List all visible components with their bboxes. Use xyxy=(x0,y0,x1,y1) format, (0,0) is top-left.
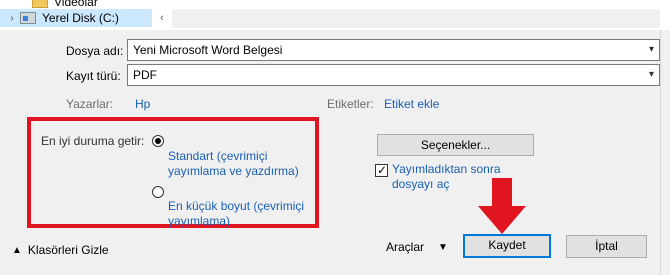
scroll-left-icon[interactable]: ‹ xyxy=(152,9,172,28)
chevron-down-icon[interactable]: ▾ xyxy=(649,40,654,60)
tools-label: Araçlar xyxy=(386,240,425,254)
filename-value: Yeni Microsoft Word Belgesi xyxy=(133,43,283,57)
chevron-down-icon[interactable]: ▾ xyxy=(649,65,654,85)
tags-value[interactable]: Etiket ekle xyxy=(384,97,439,111)
optimize-label: En iyi duruma getir: xyxy=(41,134,145,148)
filetype-label: Kayıt türü: xyxy=(66,69,121,83)
chevron-down-icon: ▼ xyxy=(438,241,448,253)
folder-tree: Videolar › Yerel Disk (C:) ‹ xyxy=(0,0,670,30)
filetype-value: PDF xyxy=(133,68,157,82)
hide-folders-label: Klasörleri Gizle xyxy=(27,243,109,257)
authors-label: Yazarlar: xyxy=(66,97,114,111)
optimize-option-standard[interactable]: Standart (çevrimiçi yayımlama ve yazdırm… xyxy=(152,134,312,179)
filetype-select[interactable]: PDF ▾ xyxy=(127,64,660,86)
arrow-down-icon xyxy=(478,178,526,234)
hide-folders-toggle[interactable]: ▲ Klasörleri Gizle xyxy=(12,243,109,257)
authors-value[interactable]: Hp xyxy=(135,97,150,111)
vertical-scrollbar[interactable] xyxy=(660,30,670,275)
tree-item-local-disk[interactable]: › Yerel Disk (C:) xyxy=(0,9,152,27)
checkmark-icon: ✓ xyxy=(377,163,388,177)
radio-selected-icon[interactable] xyxy=(152,135,164,147)
folder-icon xyxy=(32,0,48,8)
filename-label: Dosya adı: xyxy=(66,44,124,58)
chevron-right-icon[interactable]: › xyxy=(4,13,20,24)
options-button[interactable]: Seçenekler... xyxy=(377,134,534,156)
tree-item-label: Videolar xyxy=(54,0,98,9)
optimize-option-minimum[interactable]: En küçük boyut (çevrimiçi yayımlama) xyxy=(152,184,312,229)
radio-unselected-icon[interactable] xyxy=(152,186,164,198)
drive-icon xyxy=(20,12,36,24)
open-after-publish-checkbox[interactable]: ✓ xyxy=(375,163,388,177)
tags-label: Etiketler: xyxy=(327,97,374,111)
tools-dropdown[interactable]: Araçlar ▼ xyxy=(386,240,448,254)
cancel-button[interactable]: İptal xyxy=(566,235,647,258)
optimize-option-label: Standart (çevrimiçi yayımlama ve yazdırm… xyxy=(168,149,299,178)
save-button[interactable]: Kaydet xyxy=(463,234,551,258)
filename-input[interactable]: Yeni Microsoft Word Belgesi ▾ xyxy=(127,39,660,61)
chevron-up-icon: ▲ xyxy=(12,244,22,256)
tree-item-label: Yerel Disk (C:) xyxy=(42,11,119,25)
optimize-option-label: En küçük boyut (çevrimiçi yayımlama) xyxy=(168,199,305,228)
horizontal-scrollbar[interactable] xyxy=(172,9,660,28)
